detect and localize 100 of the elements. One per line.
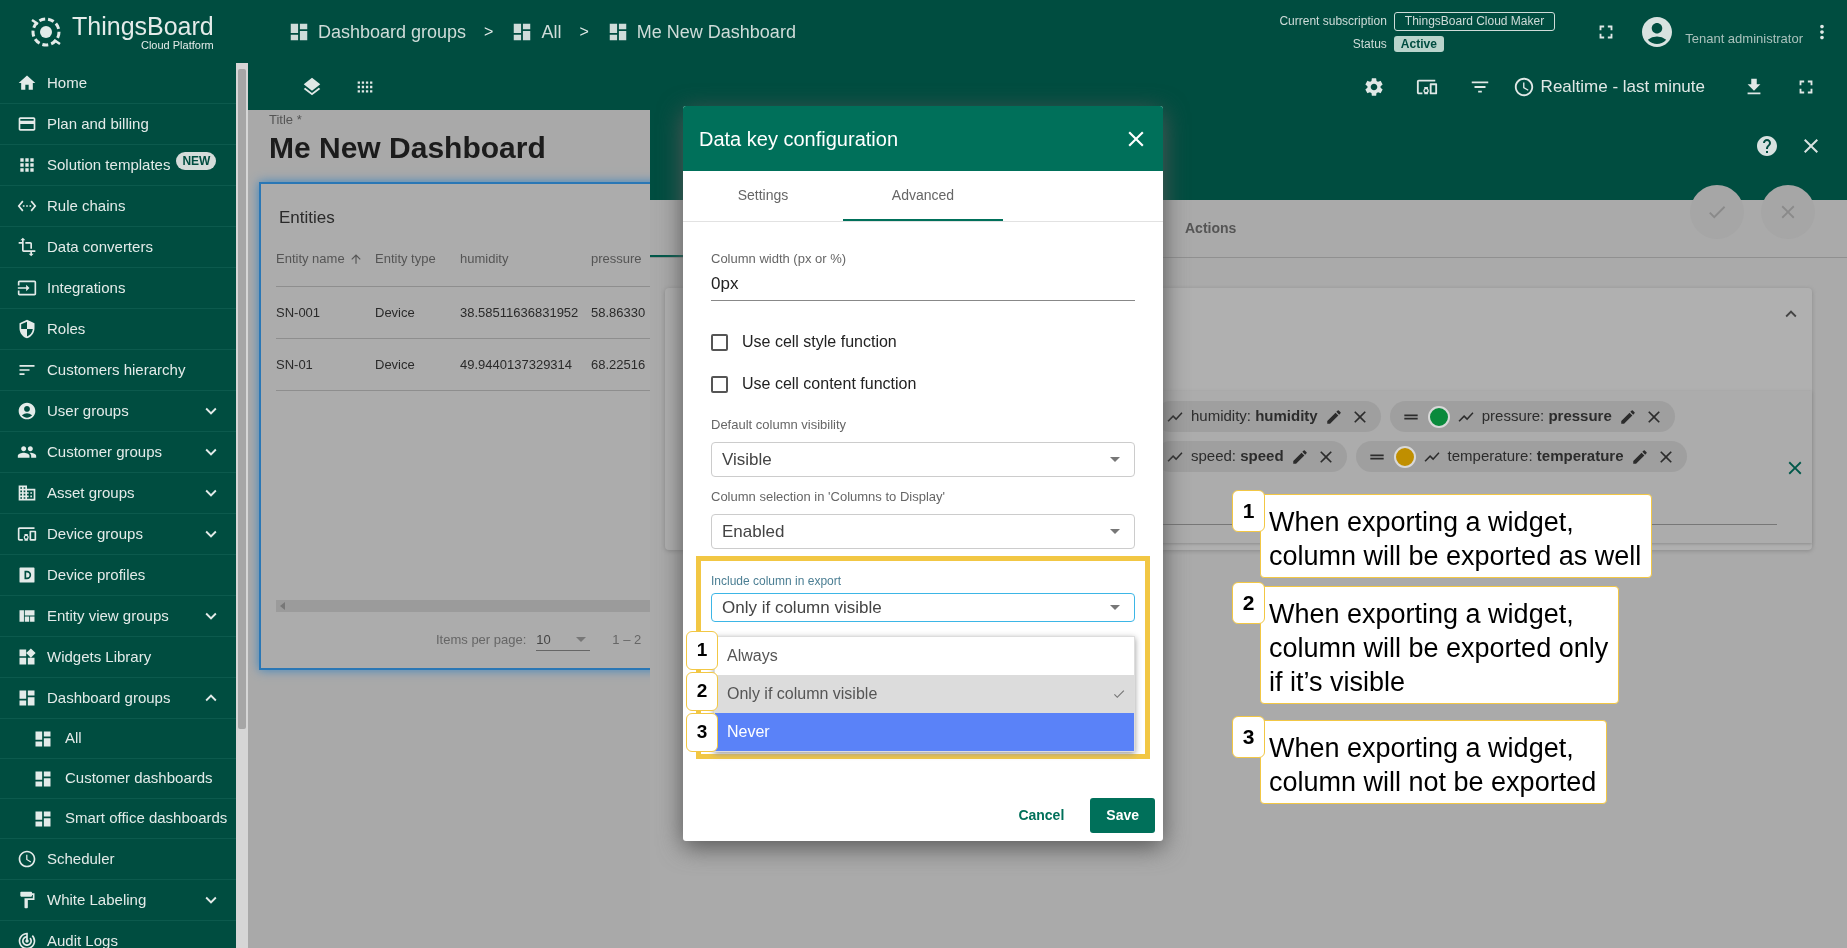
crop-icon [17,237,37,257]
dashboard-icon [17,688,37,708]
edit-icon[interactable] [1618,407,1637,426]
breadcrumb[interactable]: Me New Dashboard [606,18,796,46]
input-icon [17,278,37,298]
sidebar-item[interactable]: White Labeling [0,880,236,921]
items-per-page-label: Items per page: [436,631,527,650]
option-number: 2 [686,672,718,711]
sidebar-item[interactable]: Device profiles [0,555,236,596]
callout-text: When exporting a widget, column will be exported as well [1260,494,1653,578]
check-icon [1112,687,1126,701]
checkbox-label: Use cell style function [742,332,897,352]
datakey-chip[interactable]: temperature: temperature [1355,441,1687,472]
cancel-button[interactable]: Cancel [1006,797,1077,833]
field-label: Include column in export [711,573,843,589]
sidebar-item[interactable]: Device groups [0,514,236,555]
sidebar-item[interactable]: Home [0,63,236,104]
plan-badge: ThingsBoard Cloud Maker [1393,11,1556,31]
dropdown-option[interactable]: Only if column visible [715,675,1134,713]
callout-number: 3 [1232,716,1265,758]
edit-icon[interactable] [1324,407,1343,426]
datakey-label: temperature: temperature [1447,446,1624,467]
breadcrumb-separator: > [484,22,494,42]
sidebar-item[interactable]: Dashboard groups [0,678,236,719]
scrollbar[interactable] [236,63,248,948]
dropdown-arrow-icon [576,637,587,642]
checkbox-label: Use cell content function [742,374,917,394]
datakey-chip[interactable]: pressure: pressure [1389,401,1675,432]
save-button[interactable]: Save [1090,797,1155,833]
building-icon [17,483,37,503]
page-range: 1 – 2 [612,631,642,650]
dashboard-icon [288,21,310,43]
table-cell-text: 49.9440137329314 [460,355,573,374]
table-cell-text: 58.86330 [591,303,646,322]
card-icon [17,114,37,134]
dropdown-option[interactable]: Never [715,713,1134,751]
paint-roller-icon [17,890,37,910]
sidebar-item[interactable]: Entity view groups [0,596,236,637]
dropdown-arrow-icon [1110,605,1120,610]
dashboard-title[interactable]: Me New Dashboard [269,128,650,168]
target-icon [17,931,37,948]
user-role: Tenant administrator [1685,30,1803,49]
subscription-label: Current subscription [1279,13,1387,30]
breadcrumb-separator: > [579,22,589,42]
field-label: Column selection in 'Columns to Display' [711,489,946,505]
export-select[interactable]: Only if column visible [711,593,1135,622]
table-cell-text: Device [375,303,415,322]
sidebar-subitem[interactable]: Customer dashboards [0,759,236,799]
callout-number: 2 [1232,582,1265,624]
page-size-select[interactable]: 10 [536,629,591,651]
status-label: Status [1351,35,1387,53]
layers-icon[interactable] [301,76,323,98]
edit-icon[interactable] [1290,447,1309,466]
callout-text: When exporting a widget, column will not be exported [1260,720,1608,804]
sidebar-item[interactable]: Roles [0,309,236,350]
dialog-tab[interactable]: Advanced [843,171,1003,221]
datakey-label: humidity: humidity [1191,406,1318,427]
dialog-title: Data key configuration [699,126,899,152]
select-field[interactable]: Visible [711,442,1135,477]
field-label: Column width (px or %) [711,251,848,267]
sidebar-item[interactable]: Customer groups [0,432,236,473]
checkbox[interactable] [711,333,728,351]
checkbox[interactable] [711,375,728,393]
edit-icon[interactable] [1630,447,1649,466]
datakey-label: speed: speed [1191,446,1284,467]
sidebar-subitem[interactable]: Smart office dashboards [0,799,236,839]
widget-title: Entities [278,206,336,229]
dropdown-arrow-icon [1110,457,1120,462]
dropdown-option[interactable]: Always [715,637,1134,675]
table-cell-text: 68.22516 [591,355,646,374]
new-badge: NEW [176,152,217,170]
sidebar-item[interactable]: Solution templates NEW [0,145,236,186]
horizontal-scrollbar[interactable] [276,600,650,612]
table-cell-text: Device [375,355,415,374]
sidebar-item[interactable]: Widgets Library [0,637,236,678]
logo-tagline: Cloud Platform [141,38,214,51]
clock-icon [17,849,37,869]
settings-icon[interactable] [1362,76,1385,98]
timewindow-button[interactable]: Realtime - last minute [1512,74,1705,100]
datakey-label: pressure: pressure [1481,406,1612,427]
breadcrumb[interactable]: Dashboard groups [288,18,467,46]
title-label: Title * [269,112,303,128]
sidebar-item[interactable]: Asset groups [0,473,236,514]
widgets-icon [17,647,37,667]
clock-icon [1512,76,1535,98]
column-width-field[interactable]: 0px [711,267,1135,301]
sidebar-subitem[interactable]: All [0,719,236,759]
status-badge: Active [1393,35,1444,52]
help-icon[interactable] [1755,134,1779,158]
table-cell-text: 38.58511636831952 [460,303,579,322]
field-label: Default column visibility [711,417,848,433]
select-field[interactable]: Enabled [711,514,1135,549]
dialog-tab[interactable]: Settings [683,171,843,221]
breadcrumb[interactable]: All [511,18,562,46]
dropdown-arrow-icon [1110,529,1120,534]
home-icon [17,73,37,93]
option-number: 3 [686,713,718,752]
table-cell-text: SN-001 [276,303,321,322]
sidebar-item[interactable]: User groups [0,391,236,432]
callout-number: 1 [1232,490,1265,532]
